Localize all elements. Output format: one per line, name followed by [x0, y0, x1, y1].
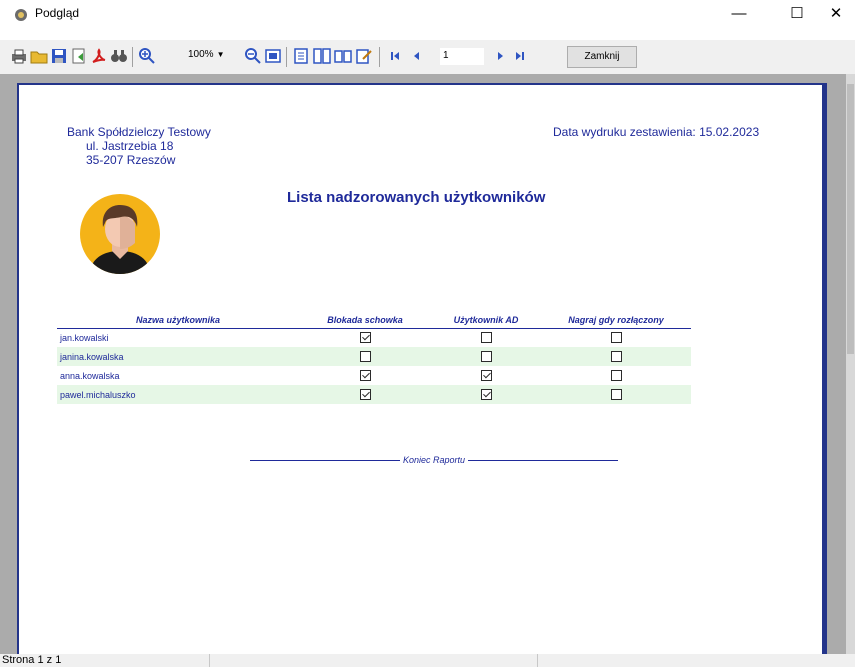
zoom-select[interactable]: 100% ▼ — [188, 49, 225, 60]
report-end-label: Koniec Raportu — [402, 455, 466, 465]
record-disconnected-checkbox — [610, 370, 622, 382]
clipboard-lock-checkbox-cell — [299, 385, 431, 404]
last-page-icon[interactable] — [511, 47, 529, 65]
username-cell: pawel.michaluszko — [57, 385, 299, 404]
clipboard-lock-checkbox — [359, 332, 371, 344]
status-divider — [537, 654, 538, 667]
close-preview-button[interactable]: Zamknij — [567, 46, 637, 68]
multi-page-icon[interactable] — [313, 47, 331, 65]
ad-user-checkbox-cell — [431, 385, 541, 404]
bank-street: ul. Jastrzebia 18 — [86, 139, 174, 153]
ad-user-checkbox-cell — [431, 347, 541, 366]
open-icon[interactable] — [30, 47, 48, 65]
vertical-scrollbar[interactable] — [846, 74, 855, 654]
ad-user-checkbox — [480, 332, 492, 344]
open-book-icon[interactable] — [334, 47, 352, 65]
maximize-button[interactable]: ☐ — [774, 0, 820, 28]
export-icon[interactable] — [70, 47, 88, 65]
edit-page-icon[interactable] — [355, 47, 373, 65]
table-row: pawel.michaluszko — [57, 385, 691, 404]
table-row: janina.kowalska — [57, 347, 691, 366]
clipboard-lock-checkbox — [359, 389, 371, 401]
username-cell: janina.kowalska — [57, 347, 299, 366]
find-icon[interactable] — [110, 47, 128, 65]
zoom-in-icon[interactable] — [138, 47, 156, 65]
clipboard-lock-checkbox-cell — [299, 347, 431, 366]
column-header-username: Nazwa użytkownika — [57, 312, 299, 329]
ad-user-checkbox — [480, 389, 492, 401]
pdf-icon[interactable] — [90, 47, 108, 65]
table-row: anna.kowalska — [57, 366, 691, 385]
prev-page-icon[interactable] — [408, 47, 426, 65]
table-row: jan.kowalski — [57, 328, 691, 347]
record-disconnected-checkbox-cell — [541, 366, 691, 385]
record-disconnected-checkbox-cell — [541, 347, 691, 366]
save-icon[interactable] — [50, 47, 68, 65]
status-divider — [209, 654, 210, 667]
close-window-button[interactable]: ✕ — [817, 0, 855, 28]
clipboard-lock-checkbox-cell — [299, 328, 431, 347]
record-disconnected-checkbox — [610, 332, 622, 344]
window-title: Podgląd — [35, 6, 80, 20]
users-table: Nazwa użytkownika Blokada schowka Użytko… — [57, 312, 691, 404]
record-disconnected-checkbox — [610, 389, 622, 401]
record-disconnected-checkbox — [610, 351, 622, 363]
bank-address: Bank Spółdzielczy Testowy ul. Jastrzebia… — [67, 125, 211, 167]
ad-user-checkbox — [480, 351, 492, 363]
toolbar-separator — [379, 47, 380, 67]
first-page-icon[interactable] — [386, 47, 404, 65]
report-page: Bank Spółdzielczy Testowy ul. Jastrzebia… — [19, 85, 822, 655]
clipboard-lock-checkbox — [359, 370, 371, 382]
ad-user-checkbox-cell — [431, 328, 541, 347]
minimize-button[interactable]: — — [716, 0, 762, 28]
clipboard-lock-checkbox — [359, 351, 371, 363]
preview-area[interactable]: Bank Spółdzielczy Testowy ul. Jastrzebia… — [0, 74, 855, 655]
toolbar-separator — [132, 47, 133, 67]
zoom-out-icon[interactable] — [244, 47, 262, 65]
table-header-row: Nazwa użytkownika Blokada schowka Użytko… — [57, 312, 691, 329]
next-page-icon[interactable] — [491, 47, 509, 65]
column-header-ad-user: Użytkownik AD — [431, 312, 541, 329]
page-status: Strona 1 z 1 — [2, 654, 62, 666]
record-disconnected-checkbox-cell — [541, 328, 691, 347]
chevron-down-icon: ▼ — [216, 50, 225, 59]
page-number-input[interactable]: 1 — [440, 48, 484, 65]
bank-name: Bank Spółdzielczy Testowy — [67, 125, 211, 139]
toolbar-separator — [286, 47, 287, 67]
end-dash-left — [250, 460, 401, 462]
end-dash-right — [467, 460, 618, 462]
zoom-value: 100% — [188, 49, 214, 60]
ad-user-checkbox-cell — [431, 366, 541, 385]
report-title: Lista nadzorowanych użytkowników — [287, 189, 546, 206]
record-disconnected-checkbox-cell — [541, 385, 691, 404]
column-header-record-disconnected: Nagraj gdy rozłączony — [541, 312, 691, 329]
username-cell: jan.kowalski — [60, 332, 109, 343]
status-bar: Strona 1 z 1 — [0, 654, 855, 667]
column-header-clipboard-lock: Blokada schowka — [299, 312, 431, 329]
print-date: Data wydruku zestawienia: 15.02.2023 — [553, 125, 760, 139]
title-bar: Podgląd — ☐ ✕ — [0, 0, 855, 28]
report-end-marker: Koniec Raportu — [244, 455, 624, 465]
username-cell: anna.kowalska — [60, 370, 120, 381]
bank-city: 35-207 Rzeszów — [86, 153, 176, 167]
ad-user-checkbox — [480, 370, 492, 382]
toolbar: 100% ▼ 1 Zamknij — [0, 40, 855, 74]
scrollbar-thumb[interactable] — [847, 84, 854, 354]
whole-page-icon[interactable] — [264, 47, 282, 65]
clipboard-lock-checkbox-cell — [299, 366, 431, 385]
user-avatar-icon — [79, 193, 161, 275]
app-icon — [14, 8, 28, 22]
print-icon[interactable] — [10, 47, 28, 65]
single-page-icon[interactable] — [292, 47, 310, 65]
